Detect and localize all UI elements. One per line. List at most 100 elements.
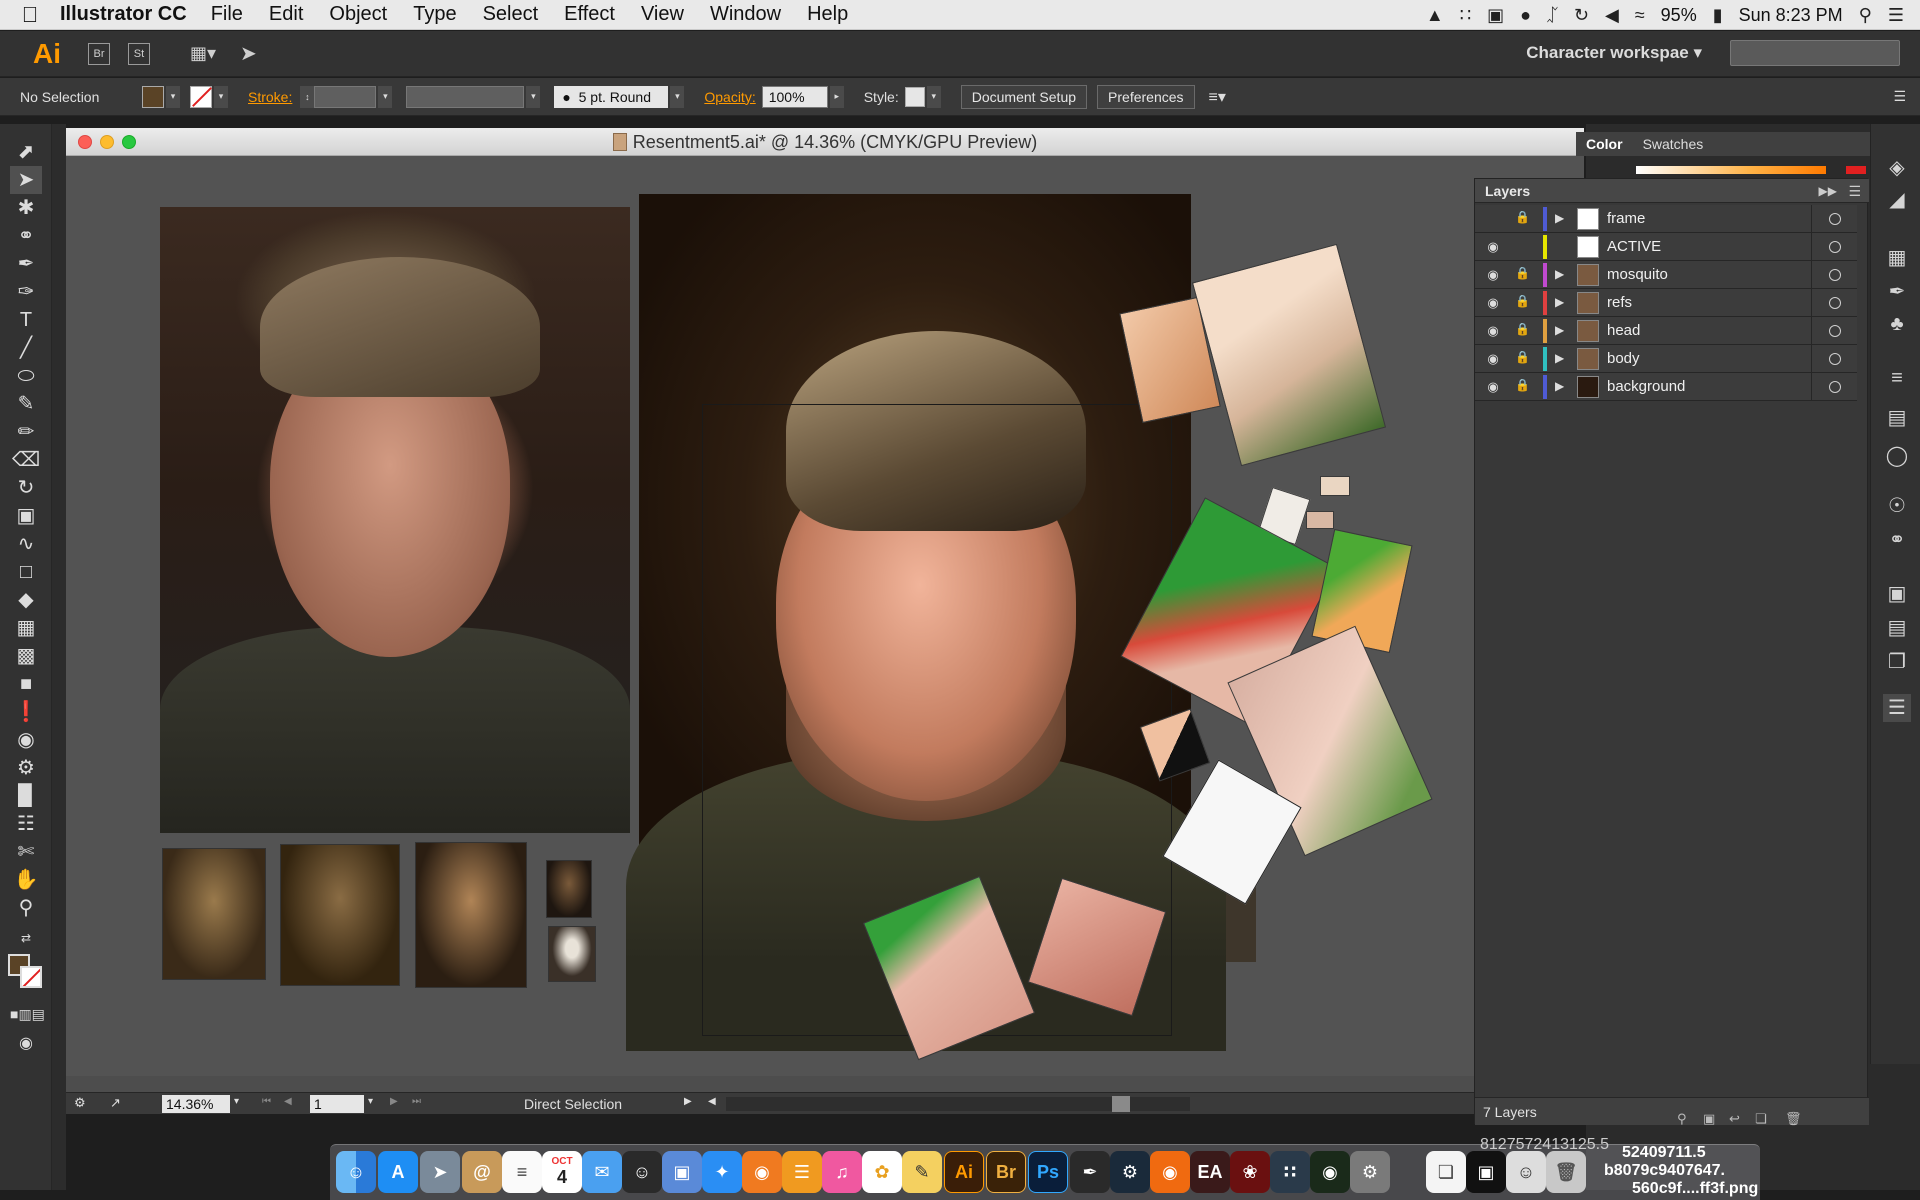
app-store-icon[interactable]: A bbox=[378, 1151, 418, 1193]
apple-menu-icon[interactable]:  bbox=[0, 2, 60, 28]
fill-dropdown[interactable]: ▾ bbox=[166, 85, 180, 108]
layer-target-icon[interactable] bbox=[1829, 381, 1841, 393]
layer-name[interactable]: frame bbox=[1607, 210, 1645, 227]
eyedropper-tool-icon[interactable]: ❗ bbox=[10, 698, 42, 726]
mosquito-reference-7[interactable] bbox=[1311, 528, 1413, 654]
rembrandt-reference-4[interactable] bbox=[546, 860, 592, 918]
align-icon[interactable]: ▤ bbox=[1883, 614, 1911, 642]
menu-select[interactable]: Select bbox=[483, 3, 539, 26]
shape-builder-tool-icon[interactable]: ◆ bbox=[10, 586, 42, 614]
photo-booth-icon[interactable]: ☺ bbox=[622, 1151, 662, 1193]
eraser-tool-icon[interactable]: ⌫ bbox=[10, 446, 42, 474]
gpu-performance-icon[interactable]: ➤ bbox=[240, 41, 257, 66]
preferences-button[interactable]: Preferences bbox=[1097, 84, 1195, 109]
stroke-swatch[interactable] bbox=[190, 85, 212, 108]
horizontal-scroll-thumb[interactable] bbox=[1112, 1096, 1130, 1112]
artboard-number-field[interactable]: 1 bbox=[310, 1095, 364, 1113]
lock-icon[interactable]: 🔒 bbox=[1515, 378, 1530, 392]
color-mode-icons[interactable]: ■▥▤ bbox=[10, 1000, 45, 1028]
rembrandt-reference-3[interactable] bbox=[415, 842, 527, 988]
bridge-button[interactable]: Br bbox=[88, 42, 110, 65]
system-preferences-icon[interactable]: ⚙ bbox=[1350, 1151, 1390, 1193]
orange-app-icon[interactable]: ◉ bbox=[1150, 1151, 1190, 1193]
layer-target-icon[interactable] bbox=[1829, 325, 1841, 337]
lock-icon[interactable]: 🔒 bbox=[1515, 266, 1530, 280]
stroke-weight-field[interactable] bbox=[314, 85, 377, 108]
layers-panel-icon[interactable]: ☰ bbox=[1883, 694, 1911, 722]
brush-library-icon[interactable]: ✒ bbox=[1883, 278, 1911, 306]
arrange-documents-button[interactable]: ▦▾ bbox=[190, 43, 224, 65]
layer-row-head[interactable]: ◉ 🔒 ▶ head bbox=[1475, 317, 1857, 345]
width-profile-dropdown[interactable]: ▾ bbox=[526, 85, 541, 108]
color-spectrum-ramp[interactable] bbox=[1636, 166, 1826, 174]
layer-name[interactable]: refs bbox=[1607, 294, 1632, 311]
menu-window[interactable]: Window bbox=[710, 3, 781, 26]
mosquito-reference-4[interactable] bbox=[1320, 476, 1350, 496]
desktop-label-1[interactable]: 8127572413125.5 bbox=[1480, 1136, 1609, 1154]
layer-target-icon[interactable] bbox=[1829, 297, 1841, 309]
transform-icon[interactable]: ▣ bbox=[1883, 580, 1911, 608]
opacity-dropdown[interactable]: ▸ bbox=[829, 85, 844, 108]
arrange-icon[interactable]: ≡▾ bbox=[1209, 87, 1226, 107]
menu-help[interactable]: Help bbox=[807, 3, 848, 26]
hand-tool-icon[interactable]: ✋ bbox=[10, 866, 42, 894]
visibility-eye-icon[interactable]: ◉ bbox=[1485, 323, 1501, 339]
contacts-icon[interactable]: @ bbox=[462, 1151, 502, 1193]
desktop-label-3[interactable]: b8079c9407647. bbox=[1604, 1162, 1725, 1180]
zoom-window-button[interactable] bbox=[122, 135, 136, 149]
launchpad-icon[interactable]: ➤ bbox=[420, 1151, 460, 1193]
clock[interactable]: Sun 8:23 PM bbox=[1739, 5, 1843, 26]
battery-percent[interactable]: 95% bbox=[1661, 5, 1697, 26]
ellipse-tool-icon[interactable]: ⬭ bbox=[10, 362, 42, 390]
messages-icon[interactable]: ✉ bbox=[582, 1151, 622, 1193]
visibility-eye-icon[interactable]: ◉ bbox=[1485, 379, 1501, 395]
mosquito-reference-2[interactable] bbox=[1191, 243, 1387, 467]
layer-row-refs[interactable]: ◉ 🔒 ▶ refs bbox=[1475, 289, 1857, 317]
menu-edit[interactable]: Edit bbox=[269, 3, 303, 26]
delete-layer-icon[interactable]: 🗑 bbox=[1785, 1105, 1802, 1133]
last-artboard-button[interactable]: ⏭ bbox=[412, 1096, 421, 1107]
magic-wand-tool-icon[interactable]: ✱ bbox=[10, 194, 42, 222]
rembrandt-reference-5[interactable] bbox=[548, 926, 596, 982]
swap-fill-stroke-icon[interactable]: ⇄ bbox=[10, 924, 42, 952]
stock-button[interactable]: St bbox=[128, 42, 150, 65]
visibility-eye-icon[interactable]: ◉ bbox=[1485, 295, 1501, 311]
collapse-panel-icon[interactable]: ▶▶ bbox=[1819, 179, 1837, 203]
preview-icon[interactable]: ▣ bbox=[662, 1151, 702, 1193]
brushes-icon[interactable]: ▦ bbox=[1883, 244, 1911, 272]
document-titlebar[interactable]: Resentment5.ai* @ 14.36% (CMYK/GPU Previ… bbox=[66, 128, 1584, 156]
warp-tool-icon[interactable]: ∿ bbox=[10, 530, 42, 558]
disclosure-triangle-icon[interactable]: ▶ bbox=[1555, 267, 1564, 281]
ea-icon[interactable]: EA bbox=[1190, 1151, 1230, 1193]
workspace-switcher[interactable]: Character workspae ▾ bbox=[1526, 43, 1702, 63]
desktop-label-4[interactable]: 560c9f....ff3f.png bbox=[1632, 1180, 1758, 1198]
slice-tool-icon[interactable]: ✄ bbox=[10, 838, 42, 866]
rembrandt-reference-2[interactable] bbox=[280, 844, 400, 986]
minimize-window-button[interactable] bbox=[100, 135, 114, 149]
disclosure-triangle-icon[interactable]: ▶ bbox=[1555, 379, 1564, 393]
transparency-icon[interactable]: ◯ bbox=[1883, 442, 1911, 470]
current-tool-status[interactable]: Direct Selection bbox=[524, 1096, 622, 1112]
menu-file[interactable]: File bbox=[211, 3, 243, 26]
spotlight-icon[interactable]: ⚲ bbox=[1859, 5, 1872, 26]
share-icon[interactable]: ↗ bbox=[110, 1095, 121, 1111]
wifi-icon[interactable]: ≈ bbox=[1635, 5, 1645, 26]
symbols-icon[interactable]: ♣ bbox=[1883, 310, 1911, 338]
new-sublayer-icon[interactable]: ↩ bbox=[1729, 1105, 1740, 1133]
free-transform-tool-icon[interactable]: □ bbox=[10, 558, 42, 586]
rotate-tool-icon[interactable]: ↻ bbox=[10, 474, 42, 502]
artboard-tool-icon[interactable]: ☷ bbox=[10, 810, 42, 838]
pen-app-icon[interactable]: ✒ bbox=[1070, 1151, 1110, 1193]
drawing-modes-icon[interactable]: ◉ bbox=[10, 1030, 42, 1058]
lock-icon[interactable]: 🔒 bbox=[1515, 322, 1530, 336]
lock-icon[interactable]: 🔒 bbox=[1515, 294, 1530, 308]
status-menu-arrow[interactable]: ▶ bbox=[684, 1096, 692, 1107]
layer-name[interactable]: ACTIVE bbox=[1607, 238, 1661, 255]
graphic-styles-icon[interactable]: ⚭ bbox=[1883, 526, 1911, 554]
lock-icon[interactable]: 🔒 bbox=[1515, 210, 1530, 224]
reminders-icon[interactable]: ≡ bbox=[502, 1151, 542, 1193]
layer-row-mosquito[interactable]: ◉ 🔒 ▶ mosquito bbox=[1475, 261, 1857, 289]
selection-tool-icon[interactable]: ⬈ bbox=[10, 138, 42, 166]
blend-tool-icon[interactable]: ◉ bbox=[10, 726, 42, 754]
symbol-sprayer-tool-icon[interactable]: ⚙ bbox=[10, 754, 42, 782]
